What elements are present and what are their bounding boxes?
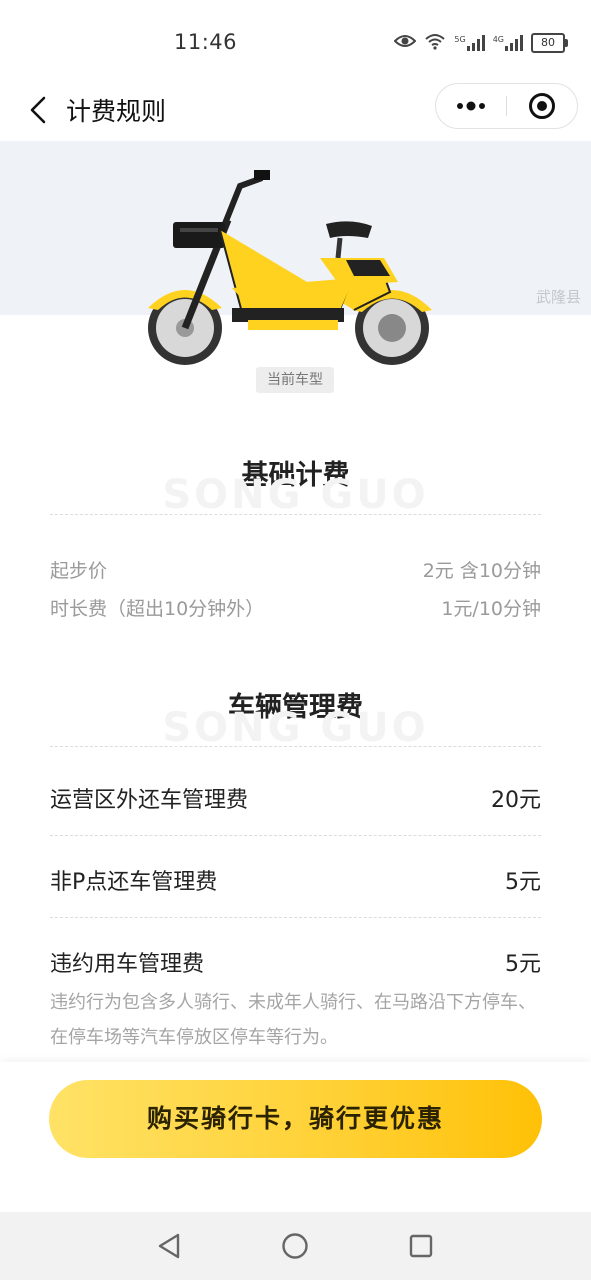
more-button[interactable] xyxy=(436,84,506,128)
fee-label: 非P点还车管理费 xyxy=(50,870,218,895)
target-close-icon xyxy=(529,93,555,119)
square-recents-icon xyxy=(409,1234,433,1258)
fee-label: 起步价 xyxy=(50,560,108,582)
current-model-tag: 当前车型 xyxy=(256,367,334,393)
system-recents-button[interactable] xyxy=(403,1228,439,1264)
divider xyxy=(50,746,541,747)
region-label: 武隆县 xyxy=(535,288,581,306)
fee-label: 违约用车管理费 xyxy=(50,952,205,977)
divider xyxy=(50,835,541,836)
more-dots-icon xyxy=(457,101,485,111)
mini-program-capsule xyxy=(435,83,578,129)
wifi-icon xyxy=(424,32,446,54)
battery-icon: 80 xyxy=(531,33,568,53)
back-arrow-icon xyxy=(30,96,46,124)
circle-home-icon xyxy=(282,1233,308,1259)
scooter-image xyxy=(148,170,432,365)
fee-value: 20元 xyxy=(491,788,541,813)
watermark: SONG GUO xyxy=(162,472,429,518)
divider xyxy=(50,917,541,918)
triangle-back-icon xyxy=(158,1233,180,1259)
eye-icon xyxy=(393,33,417,53)
violation-description: 违约行为包含多人骑行、未成年人骑行、在马路沿下方停车、在停车场等汽车停放区停车等… xyxy=(50,992,536,1048)
page-title: 计费规则 xyxy=(66,97,167,126)
status-time: 11:46 xyxy=(174,30,238,54)
signal-5g-icon: 5G xyxy=(454,35,485,51)
fee-label: 运营区外还车管理费 xyxy=(50,788,249,813)
divider xyxy=(50,514,541,515)
watermark: SONG GUO xyxy=(162,705,429,751)
fee-value: 5元 xyxy=(505,952,541,977)
back-button[interactable] xyxy=(18,90,58,130)
fee-label: 时长费（超出10分钟外） xyxy=(50,598,265,620)
status-bar: 11:46 5G 4G 80 xyxy=(0,0,591,80)
system-back-button[interactable] xyxy=(151,1228,187,1264)
fee-value: 2元 含10分钟 xyxy=(422,560,541,582)
system-home-button[interactable] xyxy=(277,1228,313,1264)
close-mini-program-button[interactable] xyxy=(507,84,577,128)
nav-bar: 计费规则 xyxy=(0,80,591,140)
buy-ride-card-button[interactable]: 购买骑行卡，骑行更优惠 xyxy=(49,1080,542,1158)
signal-4g-icon: 4G xyxy=(493,35,523,51)
system-nav-bar xyxy=(0,1212,591,1280)
fee-value: 1元/10分钟 xyxy=(441,598,541,620)
fee-value: 5元 xyxy=(505,870,541,895)
status-icons: 5G 4G 80 xyxy=(393,30,568,56)
